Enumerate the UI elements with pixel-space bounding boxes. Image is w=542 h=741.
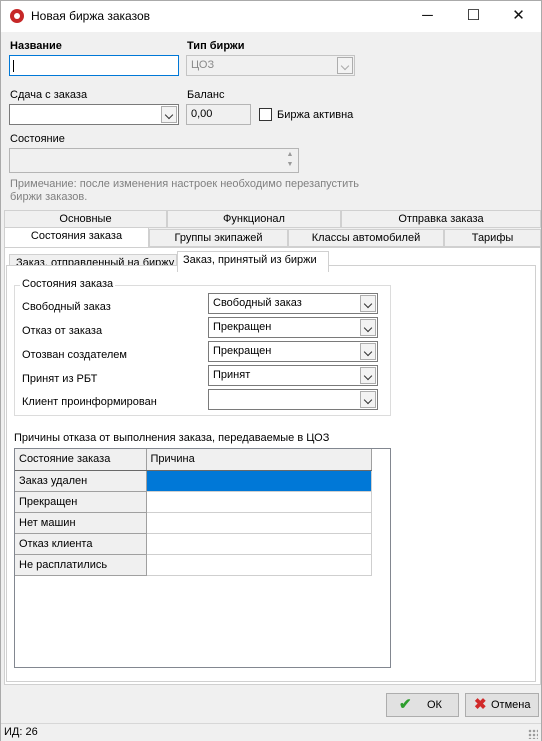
- active-checkbox[interactable]: [259, 108, 272, 121]
- ok-button[interactable]: ✔ ОК: [386, 693, 459, 717]
- minimize-button[interactable]: ─: [405, 1, 450, 32]
- states-group-title: Состояния заказа: [20, 278, 116, 290]
- chevron-down-icon: [337, 57, 353, 74]
- tab-basic[interactable]: Основные: [4, 210, 167, 228]
- resize-grip-icon[interactable]: [528, 729, 538, 739]
- window-title: Новая биржа заказов: [31, 9, 151, 23]
- row-reason-cell[interactable]: [146, 491, 372, 513]
- ok-button-label: ОК: [427, 699, 442, 711]
- state-row-select[interactable]: Прекращен: [208, 341, 378, 362]
- chevron-down-icon: [360, 343, 376, 360]
- chevron-down-icon: [360, 391, 376, 408]
- table-row[interactable]: Заказ удален: [15, 470, 372, 492]
- state-row-label: Отозван создателем: [22, 349, 127, 361]
- tab-order-sending[interactable]: Отправка заказа: [341, 210, 541, 228]
- chevron-down-icon: [360, 367, 376, 384]
- tab-crew-groups[interactable]: Группы экипажей: [149, 229, 288, 247]
- balance-value: 0,00: [191, 108, 213, 120]
- state-row-value: Принят: [213, 369, 251, 381]
- state-row-select[interactable]: Прекращен: [208, 317, 378, 338]
- state-row-value: Прекращен: [213, 345, 272, 357]
- state-row-select[interactable]: Свободный заказ: [208, 293, 378, 314]
- row-state-cell[interactable]: Прекращен: [15, 491, 147, 513]
- row-state-cell[interactable]: Нет машин: [15, 512, 147, 534]
- table-row[interactable]: Нет машин: [15, 512, 372, 534]
- reasons-title: Причины отказа от выполнения заказа, пер…: [14, 432, 330, 444]
- row-state-cell[interactable]: Заказ удален: [15, 470, 147, 492]
- change-select[interactable]: [9, 104, 179, 125]
- state-row-value: Свободный заказ: [213, 297, 302, 309]
- column-header-state[interactable]: Состояние заказа: [15, 449, 147, 471]
- row-state-cell[interactable]: Отказ клиента: [15, 533, 147, 555]
- button-bar: ✔ ОК ✖ Отмена: [2, 687, 541, 722]
- checkmark-icon: ✔: [399, 696, 412, 713]
- table-row[interactable]: Прекращен: [15, 491, 372, 513]
- state-field: ▲ ▼: [9, 148, 299, 173]
- dialog-window: Новая биржа заказов ─ ☐ ✕ Название Тип б…: [0, 0, 542, 741]
- state-row-select[interactable]: [208, 389, 378, 410]
- spin-arrows-icon: ▲ ▼: [286, 151, 294, 168]
- tab-functional[interactable]: Функционал: [167, 210, 341, 228]
- settings-note: Примечание: после изменения настроек нео…: [10, 178, 360, 203]
- maximize-button[interactable]: ☐: [451, 1, 496, 32]
- state-label: Состояние: [10, 133, 65, 145]
- table-row[interactable]: Отказ клиента: [15, 533, 372, 555]
- state-row-label: Принят из РБТ: [22, 373, 98, 385]
- chevron-down-icon: [161, 106, 177, 123]
- reasons-grid[interactable]: Состояние заказа Причина Заказ удален Пр…: [14, 448, 391, 668]
- row-reason-cell[interactable]: [146, 554, 372, 576]
- status-bar: ИД: 26: [1, 723, 541, 741]
- exchange-type-value: ЦОЗ: [191, 59, 215, 71]
- column-header-reason[interactable]: Причина: [146, 449, 372, 471]
- app-icon: [10, 9, 24, 23]
- tab-car-classes[interactable]: Классы автомобилей: [288, 229, 444, 247]
- chevron-down-icon: [360, 319, 376, 336]
- row-reason-cell[interactable]: [146, 470, 372, 492]
- cancel-button-label: Отмена: [491, 699, 531, 711]
- active-checkbox-label: Биржа активна: [277, 109, 354, 121]
- exchange-type-select[interactable]: ЦОЗ: [186, 55, 355, 76]
- subtab-accepted-from-exchange[interactable]: Заказ, принятый из биржи: [177, 251, 329, 272]
- cancel-button[interactable]: ✖ Отмена: [465, 693, 539, 717]
- exchange-type-label: Тип биржи: [187, 40, 245, 52]
- cross-icon: ✖: [474, 696, 487, 713]
- tab-order-states[interactable]: Состояния заказа: [4, 227, 149, 247]
- state-row-label: Клиент проинформирован: [22, 396, 157, 408]
- table-row[interactable]: Не расплатились: [15, 554, 372, 576]
- record-id: ИД: 26: [4, 726, 38, 738]
- row-state-cell[interactable]: Не расплатились: [15, 554, 147, 576]
- name-label: Название: [10, 40, 62, 52]
- title-bar[interactable]: Новая биржа заказов ─ ☐ ✕: [1, 1, 541, 32]
- row-reason-cell[interactable]: [146, 533, 372, 555]
- state-row-label: Свободный заказ: [22, 301, 111, 313]
- close-button[interactable]: ✕: [496, 1, 541, 32]
- balance-field: 0,00: [186, 104, 251, 125]
- name-input[interactable]: [9, 55, 179, 76]
- tab-tariffs[interactable]: Тарифы: [444, 229, 541, 247]
- state-row-value: Прекращен: [213, 321, 272, 333]
- row-reason-cell[interactable]: [146, 512, 372, 534]
- text-caret: [13, 60, 14, 72]
- state-row-select[interactable]: Принят: [208, 365, 378, 386]
- balance-label: Баланс: [187, 89, 225, 101]
- state-row-label: Отказ от заказа: [22, 325, 103, 337]
- chevron-down-icon: [360, 295, 376, 312]
- change-label: Сдача с заказа: [10, 89, 88, 101]
